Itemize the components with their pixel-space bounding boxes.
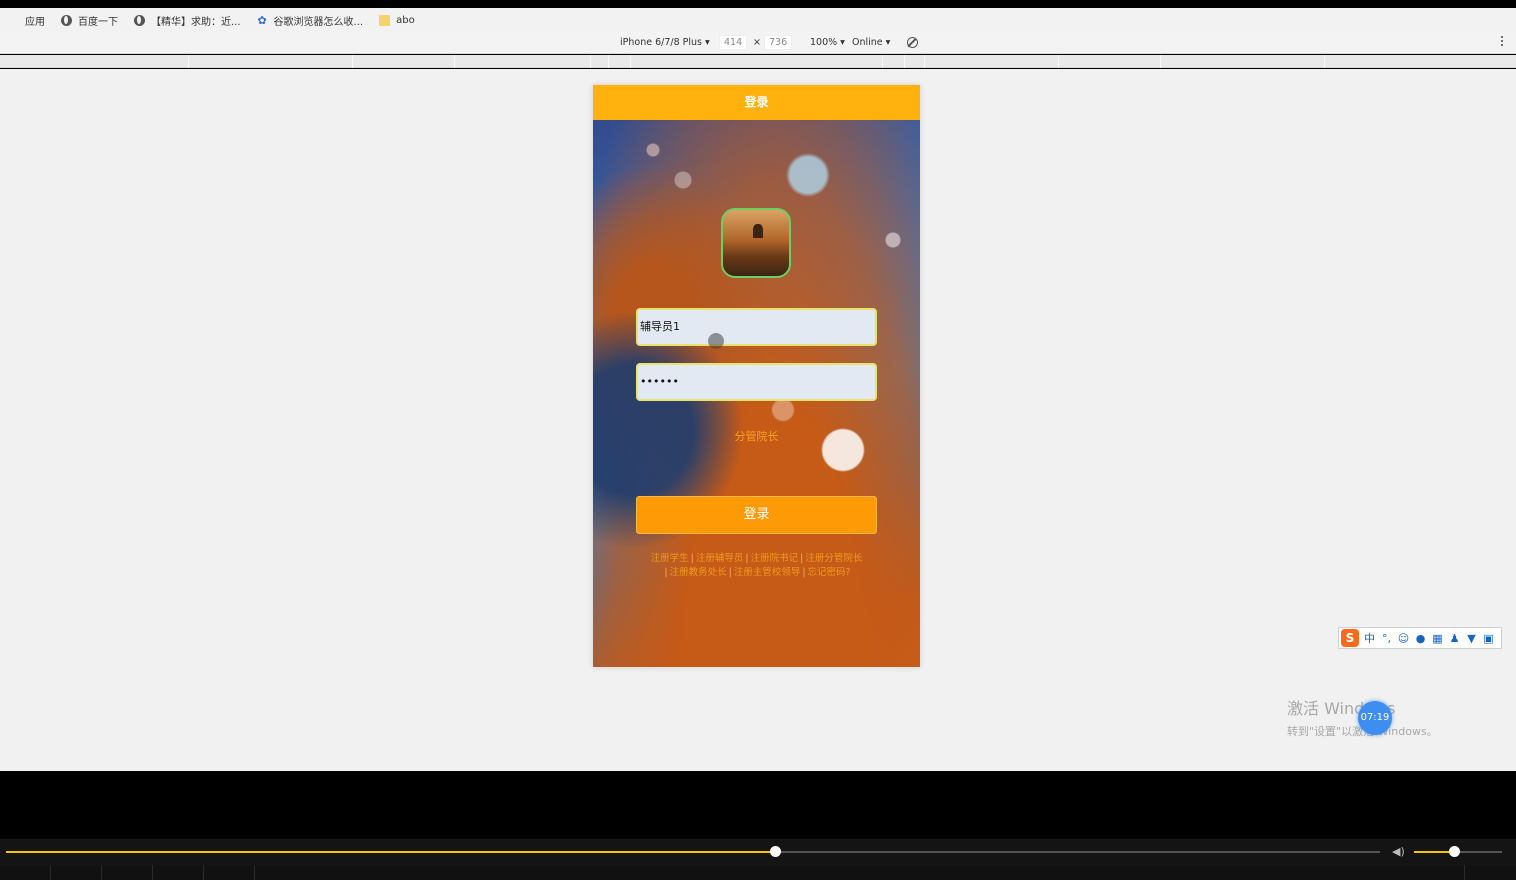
role-label[interactable]: 分管院长 bbox=[593, 428, 920, 444]
progress-fill bbox=[6, 851, 776, 853]
video-player-bar: ◀) bbox=[0, 771, 1516, 880]
user-icon[interactable]: ♟ bbox=[1448, 632, 1461, 645]
bookmark-label: abo bbox=[396, 14, 415, 26]
volume-fill bbox=[1414, 851, 1454, 853]
emoji-icon[interactable]: ☺ bbox=[1397, 632, 1410, 645]
register-academic-affairs-link[interactable]: 注册教务处长 bbox=[670, 567, 727, 578]
bottom-tabs bbox=[0, 865, 1516, 880]
microphone-icon[interactable]: ● bbox=[1414, 632, 1427, 645]
login-background: 辅导员1 •••••• 分管院长 登录 注册学生 | 注册辅导员 | 注册院书记 | 注册分… bbox=[593, 120, 920, 667]
volume-icon[interactable]: ◀) bbox=[1392, 846, 1406, 858]
forgot-password-link[interactable]: 忘记密码? bbox=[808, 567, 851, 578]
bookmark-label: 百度一下 bbox=[78, 16, 118, 28]
bookmark-apps[interactable]: 应用 bbox=[8, 13, 45, 28]
register-counselor-link[interactable]: 注册辅导员 bbox=[696, 553, 744, 564]
register-vice-dean-link[interactable]: 注册分管院长 bbox=[805, 553, 862, 564]
ime-mode[interactable]: 中 bbox=[1363, 630, 1376, 646]
password-input[interactable]: •••••• bbox=[636, 363, 877, 401]
username-input[interactable]: 辅导员1 bbox=[636, 308, 877, 346]
register-school-leader-link[interactable]: 注册主管校领导 bbox=[734, 567, 801, 578]
register-secretary-link[interactable]: 注册院书记 bbox=[751, 553, 799, 564]
bookmark-abo[interactable]: abo bbox=[379, 14, 415, 26]
apps-icon bbox=[8, 15, 19, 26]
touch-cursor bbox=[708, 333, 724, 349]
bookmark-chrome[interactable]: ✿ 谷歌浏览器怎么收... bbox=[257, 13, 364, 28]
network-select[interactable]: Online ▾ bbox=[852, 37, 890, 48]
bookmarks-bar: 应用 百度一下 【精华】求助：近... ✿ 谷歌浏览器怎么收... abo bbox=[0, 8, 1516, 32]
separator: | bbox=[745, 553, 749, 564]
height-input[interactable]: 736 bbox=[764, 35, 793, 50]
folder-icon bbox=[379, 14, 391, 26]
bookmark-label: 【精华】求助：近... bbox=[151, 16, 241, 28]
progress-track[interactable] bbox=[6, 851, 1380, 853]
register-links: 注册学生 | 注册辅导员 | 注册院书记 | 注册分管院长 | 注册教务处长 | 注册主管校领导 |… bbox=[623, 552, 890, 580]
time-bubble: 07:19 bbox=[1358, 701, 1392, 735]
zoom-select[interactable]: 100% ▾ bbox=[810, 37, 845, 48]
avatar bbox=[721, 208, 791, 278]
paw-icon: ✿ bbox=[257, 13, 267, 27]
media-query-ruler bbox=[0, 55, 1516, 68]
bookmark-label: 应用 bbox=[25, 16, 45, 28]
separator: | bbox=[802, 567, 806, 578]
punctuation-icon[interactable]: °, bbox=[1380, 632, 1393, 645]
sogou-logo-icon[interactable]: S bbox=[1341, 629, 1359, 647]
more-options-icon[interactable] bbox=[1501, 36, 1504, 48]
globe-icon bbox=[61, 14, 72, 26]
separator: | bbox=[690, 553, 694, 564]
bookmark-help[interactable]: 【精华】求助：近... bbox=[134, 13, 241, 28]
separator: | bbox=[728, 567, 732, 578]
player-controls: ◀) bbox=[0, 839, 1516, 865]
page-title: 登录 bbox=[593, 85, 920, 120]
times-label: × bbox=[753, 37, 761, 48]
skin-icon[interactable]: ▼ bbox=[1465, 632, 1478, 645]
volume-knob[interactable] bbox=[1448, 846, 1460, 857]
top-strip bbox=[0, 0, 1516, 8]
device-toolbar: iPhone 6/7/8 Plus ▾ 414 × 736 100% ▾ Onl… bbox=[0, 32, 1516, 54]
toolbox-icon[interactable]: ▣ bbox=[1482, 632, 1495, 645]
login-button[interactable]: 登录 bbox=[636, 496, 877, 534]
width-input[interactable]: 414 bbox=[719, 35, 748, 50]
register-student-link[interactable]: 注册学生 bbox=[651, 553, 689, 564]
bookmark-baidu[interactable]: 百度一下 bbox=[61, 13, 118, 28]
bookmark-label: 谷歌浏览器怎么收... bbox=[273, 16, 364, 28]
globe-icon bbox=[134, 14, 145, 26]
separator: | bbox=[800, 553, 804, 564]
phone-screen: 登录 辅导员1 •••••• 分管院长 登录 注册学生 | 注册辅导员 | 注册院书记 |… bbox=[593, 85, 920, 667]
ime-toolbar: S 中 °, ☺ ● ▦ ♟ ▼ ▣ bbox=[1338, 627, 1502, 649]
progress-knob[interactable] bbox=[770, 846, 782, 857]
emulated-viewport: 登录 辅导员1 •••••• 分管院长 登录 注册学生 | 注册辅导员 | 注册院书记 |… bbox=[0, 69, 1516, 771]
rotate-icon[interactable] bbox=[907, 37, 918, 48]
device-select[interactable]: iPhone 6/7/8 Plus ▾ bbox=[620, 37, 710, 48]
separator: | bbox=[664, 567, 668, 578]
keyboard-icon[interactable]: ▦ bbox=[1431, 632, 1444, 645]
